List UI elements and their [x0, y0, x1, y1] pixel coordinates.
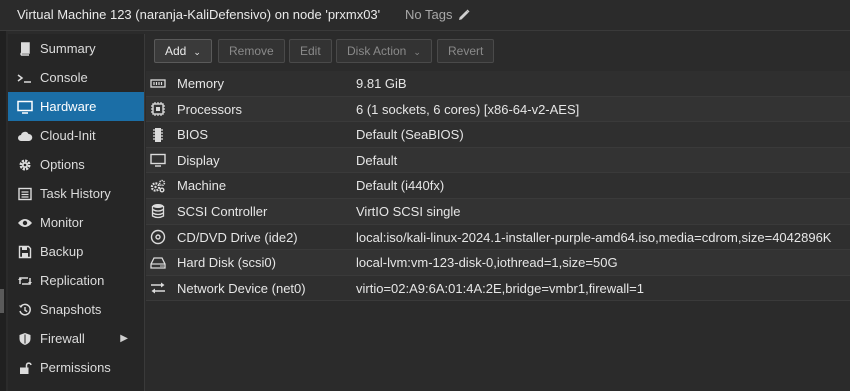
- sidebar-item-label: Console: [40, 70, 88, 85]
- hardware-value: 9.81 GiB: [356, 76, 407, 91]
- resize-handle[interactable]: [0, 289, 4, 313]
- book-icon: [16, 34, 34, 63]
- hdd-icon: [148, 250, 168, 275]
- cogs-icon: [148, 173, 168, 198]
- table-row[interactable]: Display Default: [146, 147, 850, 174]
- edit-button[interactable]: Edit: [289, 39, 332, 63]
- hardware-name: Memory: [177, 76, 224, 91]
- shield-icon: [16, 324, 34, 353]
- table-row[interactable]: BIOS Default (SeaBIOS): [146, 122, 850, 148]
- unlock-icon: [16, 353, 34, 382]
- chevron-right-icon: ▶: [120, 333, 128, 344]
- monitor-icon: [16, 92, 34, 121]
- sidebar-item-replication[interactable]: Replication: [8, 266, 144, 295]
- sidebar-item-snapshots[interactable]: Snapshots: [8, 295, 144, 324]
- revert-button[interactable]: Revert: [437, 39, 495, 63]
- table-row[interactable]: Hard Disk (scsi0) local-lvm:vm-123-disk-…: [146, 250, 850, 276]
- remove-button[interactable]: Remove: [218, 39, 285, 63]
- vm-title: Virtual Machine 123 (naranja-KaliDefensi…: [17, 7, 381, 22]
- hardware-value: local-lvm:vm-123-disk-0,iothread=1,size=…: [356, 255, 618, 271]
- hardware-value: virtio=02:A9:6A:01:4A:2E,bridge=vmbr1,fi…: [356, 280, 644, 296]
- database-icon: [148, 199, 168, 224]
- cpu-icon: [148, 97, 168, 122]
- disk-action-button-label: Disk Action: [347, 44, 407, 58]
- sidebar-item-hardware[interactable]: Hardware: [8, 92, 144, 121]
- eye-icon: [16, 208, 34, 237]
- sidebar-item-console[interactable]: Console: [8, 63, 144, 92]
- left-panel-edge: [0, 31, 6, 391]
- pencil-icon[interactable]: [455, 9, 470, 21]
- cloud-icon: [16, 121, 34, 150]
- hardware-value: 6 (1 sockets, 6 cores) [x86-64-v2-AES]: [356, 101, 580, 117]
- add-button[interactable]: Add ⌄: [154, 39, 212, 63]
- add-button-label: Add: [165, 44, 187, 58]
- sidebar-item-label: Hardware: [40, 99, 97, 114]
- sidebar-item-permissions[interactable]: Permissions: [8, 353, 144, 382]
- edit-button-label: Edit: [300, 44, 321, 58]
- sidebar-item-monitor[interactable]: Monitor: [8, 208, 144, 237]
- hardware-name: Network Device (net0): [177, 280, 306, 296]
- hardware-name: Machine: [177, 178, 227, 194]
- sidebar-item-label: Monitor: [40, 215, 84, 230]
- hardware-name: Processors: [177, 101, 243, 117]
- list-icon: [16, 179, 34, 208]
- sidebar-item-summary[interactable]: Summary: [8, 34, 144, 63]
- sidebar-item-label: Summary: [40, 41, 96, 56]
- chevron-down-icon: ⌄: [193, 47, 201, 57]
- hardware-table: Memory 9.81 GiB Processors 6 (1 sockets,…: [146, 71, 850, 302]
- revert-button-label: Revert: [448, 44, 484, 58]
- title-bar: Virtual Machine 123 (naranja-KaliDefensi…: [0, 0, 850, 31]
- chevron-down-icon: ⌄: [413, 47, 421, 57]
- hardware-value: VirtIO SCSI single: [356, 203, 461, 219]
- sidebar-item-label: Permissions: [40, 360, 111, 375]
- hardware-name: Hard Disk (scsi0): [177, 255, 276, 271]
- sidebar-item-label: Task History: [40, 186, 111, 201]
- table-empty-area: [146, 302, 850, 391]
- sidebar-item-backup[interactable]: Backup: [8, 237, 144, 266]
- sidebar-item-options[interactable]: Options: [8, 150, 144, 179]
- hardware-name: BIOS: [177, 127, 209, 143]
- sidebar-item-label: Options: [40, 157, 85, 172]
- table-row[interactable]: Memory 9.81 GiB: [146, 71, 850, 97]
- hardware-name: SCSI Controller: [177, 203, 268, 219]
- tags-area[interactable]: No Tags: [405, 7, 470, 22]
- sidebar-item-label: Firewall: [40, 331, 85, 346]
- sidebar-item-cloud-init[interactable]: Cloud-Init: [8, 121, 144, 150]
- hardware-value: Default (i440fx): [356, 178, 445, 194]
- cdrom-icon: [148, 225, 168, 250]
- tags-label: No Tags: [405, 7, 453, 22]
- microchip-icon: [148, 122, 168, 147]
- retweet-icon: [16, 266, 34, 295]
- table-row[interactable]: Machine Default (i440fx): [146, 173, 850, 199]
- hardware-name: Display: [177, 152, 220, 168]
- table-row[interactable]: CD/DVD Drive (ide2) local:iso/kali-linux…: [146, 224, 850, 251]
- terminal-icon: [16, 63, 34, 92]
- gear-icon: [16, 150, 34, 179]
- table-row[interactable]: Processors 6 (1 sockets, 6 cores) [x86-6…: [146, 96, 850, 123]
- hardware-value: local:iso/kali-linux-2024.1-installer-pu…: [356, 229, 832, 245]
- sidebar: Summary Console Hardware Cloud-Init Opti…: [8, 34, 145, 391]
- hardware-toolbar: Add ⌄ Remove Edit Disk Action ⌄ Revert: [146, 34, 850, 70]
- sidebar-item-task-history[interactable]: Task History: [8, 179, 144, 208]
- hardware-value: Default (SeaBIOS): [356, 127, 464, 143]
- desktop-icon: [148, 148, 168, 173]
- table-row[interactable]: Network Device (net0) virtio=02:A9:6A:01…: [146, 275, 850, 302]
- memory-icon: [148, 71, 168, 96]
- floppy-icon: [16, 237, 34, 266]
- disk-action-button[interactable]: Disk Action ⌄: [336, 39, 432, 63]
- exchange-icon: [148, 276, 168, 301]
- history-icon: [16, 295, 34, 324]
- table-row[interactable]: SCSI Controller VirtIO SCSI single: [146, 198, 850, 225]
- sidebar-item-label: Backup: [40, 244, 84, 259]
- sidebar-item-label: Replication: [40, 273, 105, 288]
- hardware-name: CD/DVD Drive (ide2): [177, 229, 298, 245]
- sidebar-item-label: Snapshots: [40, 302, 102, 317]
- sidebar-item-firewall[interactable]: Firewall ▶: [8, 324, 144, 353]
- hardware-value: Default: [356, 152, 398, 168]
- remove-button-label: Remove: [229, 44, 274, 58]
- sidebar-item-label: Cloud-Init: [40, 128, 96, 143]
